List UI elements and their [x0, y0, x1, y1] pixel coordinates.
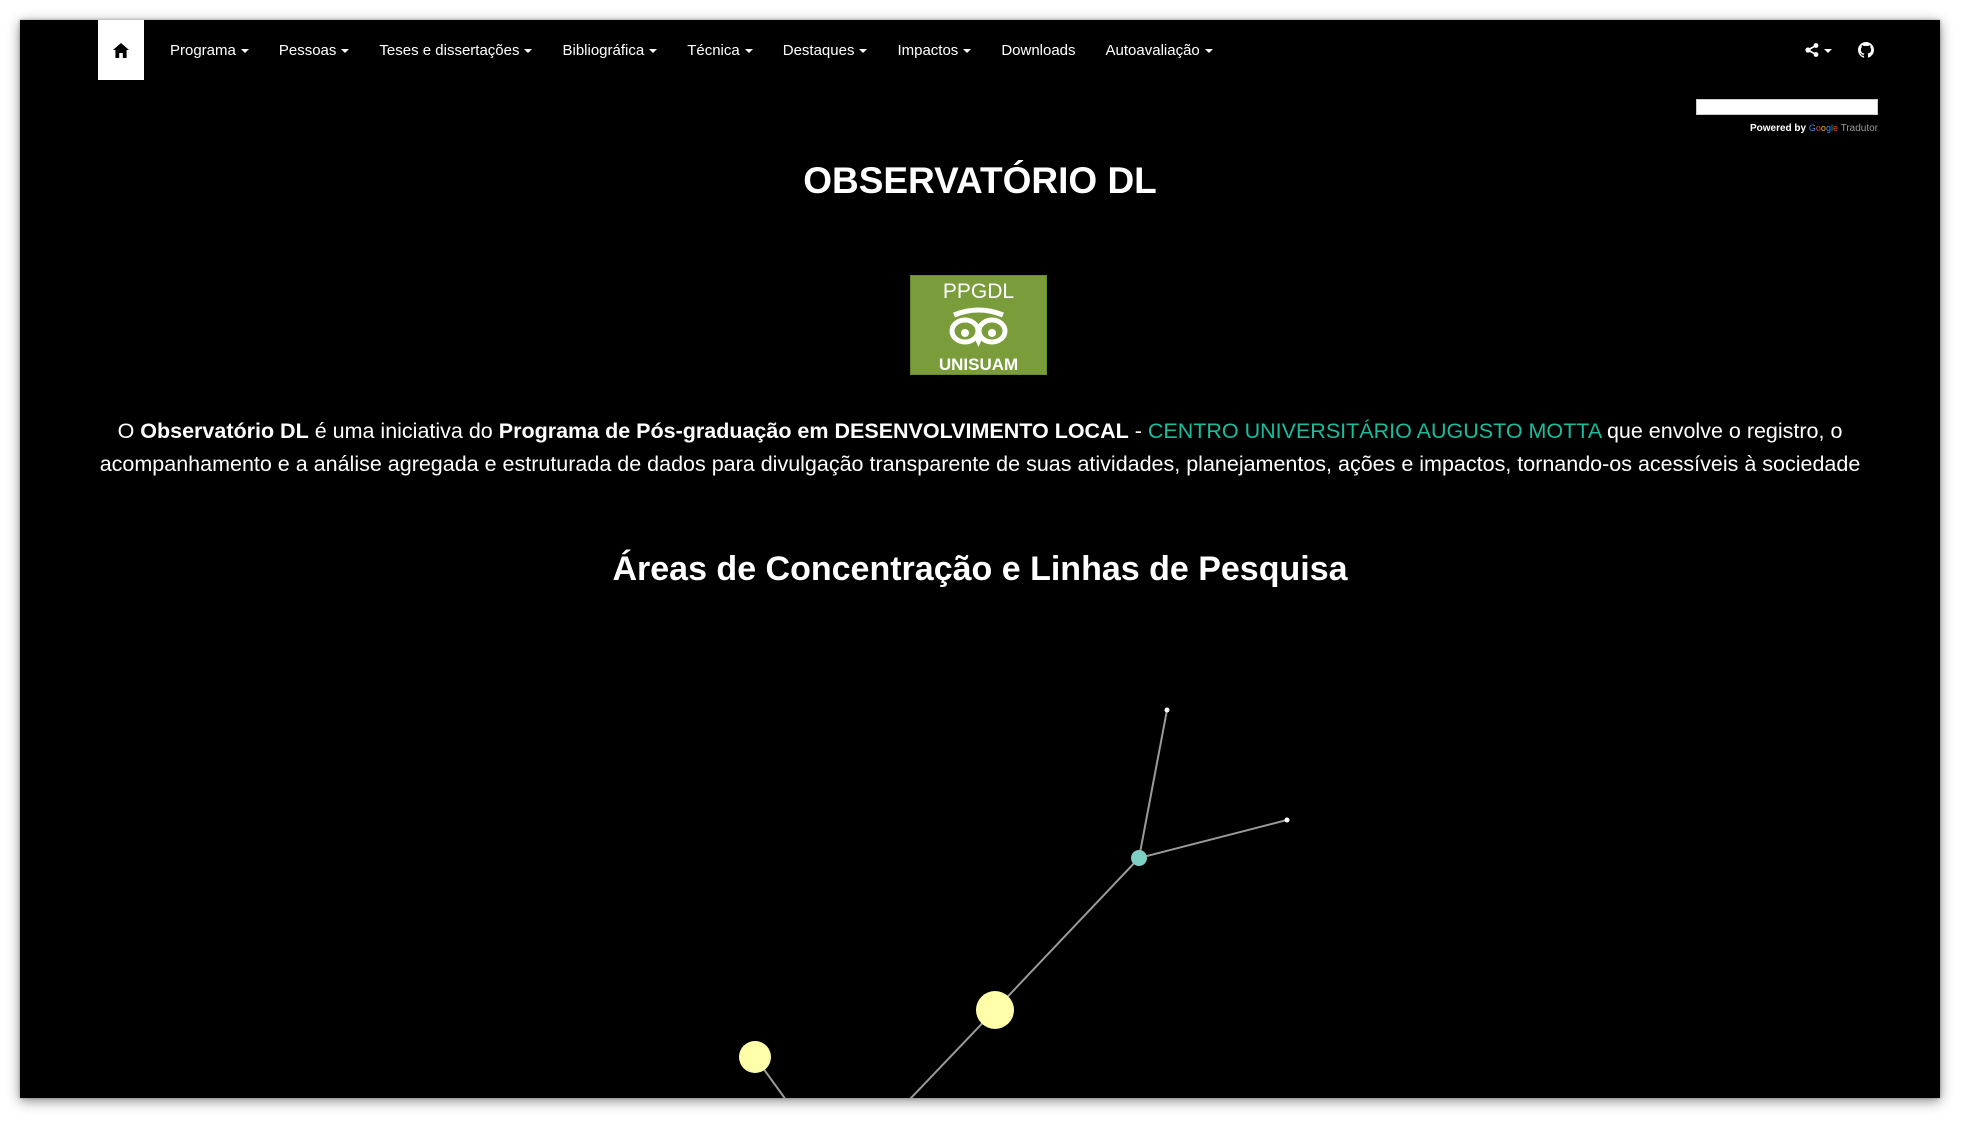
nav-item-label: Pessoas	[278, 41, 337, 59]
powered-by-label: Powered by	[1749, 123, 1807, 134]
tree-edge	[909, 1009, 996, 1098]
language-select[interactable]	[1696, 99, 1878, 115]
top-navbar: Programa Pessoas Teses e dissertações Bibli…	[20, 20, 1940, 80]
chevron-down-icon	[524, 48, 533, 53]
nav-item-label: Teses e dissertações	[379, 41, 520, 59]
chevron-down-icon	[649, 48, 658, 53]
tree-edge	[994, 857, 1140, 1011]
intro-text: é uma iniciativa do	[308, 419, 499, 443]
nav-item-autoavaliação[interactable]: Autoavaliação	[1091, 20, 1228, 80]
tree-node-area[interactable]	[739, 1041, 771, 1073]
chevron-down-icon	[744, 48, 753, 53]
intro-text: -	[1128, 419, 1148, 443]
nav-item-label: Técnica	[687, 41, 740, 59]
browser-viewport: Programa Pessoas Teses e dissertações Bibli…	[20, 20, 1940, 1098]
nav-item-label: Destaques	[782, 41, 855, 59]
svg-text:PPGDL: PPGDL	[943, 280, 1014, 303]
intro-bold-programa: Programa de Pós-graduação em DESENVOLVIM…	[498, 419, 1129, 443]
nav-item-destaques[interactable]: Destaques	[768, 20, 883, 80]
tree-node-line[interactable]	[1131, 850, 1147, 866]
tree-node-leaf[interactable]	[1284, 817, 1290, 823]
chevron-down-icon	[341, 48, 350, 53]
chevron-down-icon	[859, 48, 868, 53]
intro-text: O	[117, 419, 141, 443]
github-icon	[1858, 42, 1874, 58]
nav-menu: Programa Pessoas Teses e dissertações Bibli…	[155, 20, 1228, 80]
nav-item-downloads[interactable]: Downloads	[986, 20, 1090, 80]
research-lines-tree[interactable]	[20, 620, 1940, 1098]
nav-item-técnica[interactable]: Técnica	[672, 20, 768, 80]
nav-item-pessoas[interactable]: Pessoas	[264, 20, 365, 80]
intro-paragraph: O Observatório DL é uma iniciativa do Pr…	[80, 415, 1880, 481]
nav-item-bibliográfica[interactable]: Bibliográfica	[547, 20, 672, 80]
nav-item-label: Bibliográfica	[562, 41, 645, 59]
chevron-down-icon	[240, 48, 249, 53]
tree-node-leaf[interactable]	[1164, 707, 1170, 713]
ppgdl-unisuam-logo: PPGDL UNISUAM	[910, 275, 1047, 375]
share-button[interactable]	[1805, 20, 1832, 80]
nav-item-impactos[interactable]: Impactos	[882, 20, 986, 80]
svg-text:UNISUAM: UNISUAM	[939, 355, 1018, 374]
nav-item-label: Programa	[170, 41, 236, 59]
chevron-down-icon	[1204, 48, 1213, 53]
chevron-down-icon	[1824, 48, 1832, 53]
chevron-down-icon	[963, 48, 972, 53]
tree-edge	[1138, 819, 1288, 859]
tree-edge	[1138, 709, 1168, 859]
google-logo: Google	[1808, 123, 1838, 133]
nav-item-teses-e-dissertações[interactable]: Teses e dissertações	[364, 20, 547, 80]
nav-item-label: Downloads	[1001, 41, 1076, 59]
home-icon	[113, 42, 129, 58]
nav-item-label: Impactos	[897, 41, 959, 59]
tree-node-area[interactable]	[976, 991, 1014, 1029]
nav-item-programa[interactable]: Programa	[155, 20, 264, 80]
share-icon	[1805, 43, 1819, 57]
intro-bold-observatorio: Observatório DL	[140, 419, 309, 443]
github-link[interactable]	[1858, 20, 1874, 80]
home-button[interactable]	[98, 20, 144, 80]
section-title: Áreas de Concentração e Linhas de Pesqui…	[612, 550, 1348, 588]
translate-link[interactable]: Tradutor	[1841, 123, 1878, 134]
google-translate-attribution: Powered by Google Tradutor	[1750, 123, 1878, 134]
unisuam-link[interactable]: CENTRO UNIVERSITÁRIO AUGUSTO MOTTA	[1148, 419, 1601, 443]
nav-item-label: Autoavaliação	[1105, 41, 1200, 59]
page-title: OBSERVATÓRIO DL	[803, 160, 1157, 201]
